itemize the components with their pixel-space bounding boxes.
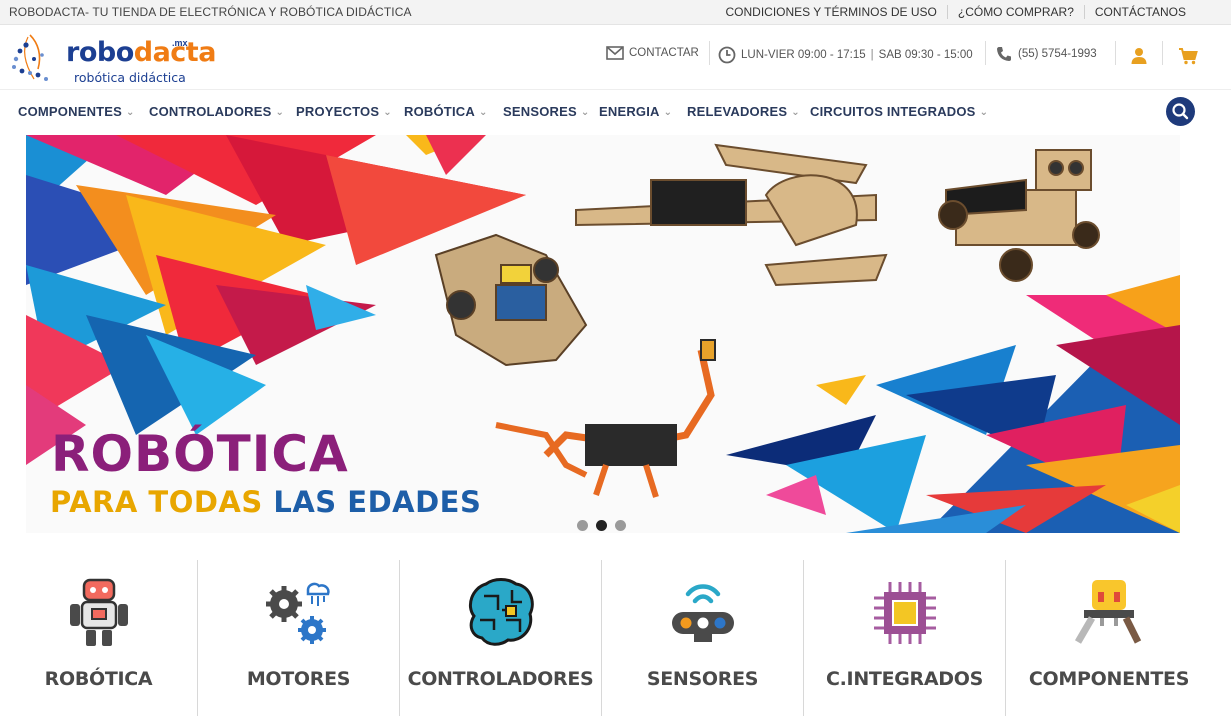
site-logo[interactable]: robodacta .mx robótica didáctica (8, 29, 216, 87)
nav-item-controladores[interactable]: CONTROLADORES ⌄ (149, 104, 284, 119)
slider-dot-3[interactable] (615, 520, 626, 531)
solar-robot-image (938, 149, 1100, 282)
contact-label: CONTACTAR (629, 47, 699, 59)
top-links: CONDICIONES Y TÉRMINOS DE USO ¿CÓMO COMP… (715, 5, 1196, 19)
chevron-down-icon: ⌄ (275, 107, 285, 118)
hero-title: ROBÓTICA (51, 425, 349, 483)
category-label: C.INTEGRADOS (825, 668, 983, 690)
terms-link[interactable]: CONDICIONES Y TÉRMINOS DE USO (715, 5, 946, 19)
contact-us-link[interactable]: CONTÁCTANOS (1083, 5, 1196, 19)
logo-subtitle: robótica didáctica (74, 70, 186, 85)
nav-item-sensores[interactable]: SENSORES ⌄ (503, 104, 589, 119)
category-componentes[interactable]: COMPONENTES (1006, 560, 1212, 716)
chevron-down-icon: ⌄ (383, 107, 392, 118)
hours-weekday: LUN-VIER 09:00 - 17:15 (741, 49, 866, 61)
circuit-brain-icon (468, 578, 534, 646)
chip-icon (873, 582, 936, 644)
logo-mark-icon (12, 34, 48, 81)
search-icon (1172, 103, 1189, 120)
category-sensores[interactable]: SENSORES (602, 560, 804, 716)
how-to-buy-link[interactable]: ¿CÓMO COMPRAR? (946, 5, 1084, 19)
robot-icon (69, 578, 128, 646)
main-nav: COMPONENTES ⌄ CONTROLADORES ⌄ PROYECTOS ⌄ R… (0, 89, 1231, 135)
user-icon[interactable] (1130, 47, 1148, 65)
chevron-down-icon: ⌄ (478, 107, 488, 118)
nav-item-relevadores[interactable]: RELEVADORES ⌄ (687, 104, 800, 119)
category-label: CONTROLADORES (407, 668, 594, 690)
search-button[interactable] (1166, 97, 1195, 126)
nav-item-circuitos-integrados[interactable]: CIRCUITOS INTEGRADOS ⌄ (810, 104, 988, 119)
top-bar: ROBODACTA- TU TIENDA DE ELECTRÓNICA Y RO… (0, 0, 1231, 25)
component-icon (1074, 580, 1142, 644)
chevron-down-icon: ⌄ (663, 107, 673, 118)
slider-dot-1[interactable] (577, 520, 588, 531)
business-hours: LUN-VIER 09:00 - 17:15 | SAB 09:30 - 15:… (718, 46, 973, 64)
phone-number: (55) 5754-1993 (1018, 48, 1097, 60)
hero-banner[interactable]: ROBÓTICA PARA TODAS LAS EDADES (26, 135, 1180, 533)
slider-dot-2[interactable] (596, 520, 607, 531)
category-tiles: ROBÓTICA MOTORES CONTROLADORES SENSORES … (0, 560, 1231, 716)
clock-icon (718, 46, 736, 64)
chevron-down-icon: ⌄ (126, 107, 135, 118)
hours-saturday: SAB 09:30 - 15:00 (878, 49, 973, 61)
phone-link[interactable]: (55) 5754-1993 (996, 46, 1097, 62)
store-tagline: ROBODACTA- TU TIENDA DE ELECTRÓNICA Y RO… (9, 5, 412, 19)
nav-item-robotica[interactable]: ROBÓTICA ⌄ (404, 104, 488, 119)
nav-item-energia[interactable]: ENERGIA ⌄ (599, 104, 672, 119)
category-c-integrados[interactable]: C.INTEGRADOS (804, 560, 1006, 716)
category-label: ROBÓTICA (44, 668, 153, 690)
phone-icon (997, 47, 1011, 61)
nav-item-proyectos[interactable]: PROYECTOS ⌄ (296, 104, 392, 119)
gears-icon (265, 582, 330, 644)
nav-item-componentes[interactable]: COMPONENTES ⌄ (18, 104, 135, 119)
category-label: MOTORES (246, 668, 351, 690)
chevron-down-icon: ⌄ (979, 107, 989, 118)
hero-subtitle: PARA TODAS LAS EDADES (50, 485, 482, 519)
category-robotica[interactable]: ROBÓTICA (0, 560, 198, 716)
sensor-icon (671, 584, 734, 642)
category-controladores[interactable]: CONTROLADORES (400, 560, 602, 716)
header: robodacta .mx robótica didáctica CONTACT… (0, 25, 1231, 89)
cart-icon[interactable] (1178, 47, 1198, 65)
chevron-down-icon: ⌄ (580, 107, 590, 118)
chevron-down-icon: ⌄ (791, 107, 800, 118)
logo-wordmark: robodacta (66, 37, 216, 68)
category-label: SENSORES (646, 668, 759, 690)
robot-car-image (434, 233, 588, 367)
slider-dots (577, 520, 626, 531)
contact-link[interactable]: CONTACTAR (606, 46, 699, 60)
category-label: COMPONENTES (1028, 668, 1190, 690)
logo-domain: .mx (172, 38, 188, 48)
category-motores[interactable]: MOTORES (198, 560, 400, 716)
wooden-plane-image (575, 143, 888, 287)
envelope-icon (606, 46, 624, 60)
